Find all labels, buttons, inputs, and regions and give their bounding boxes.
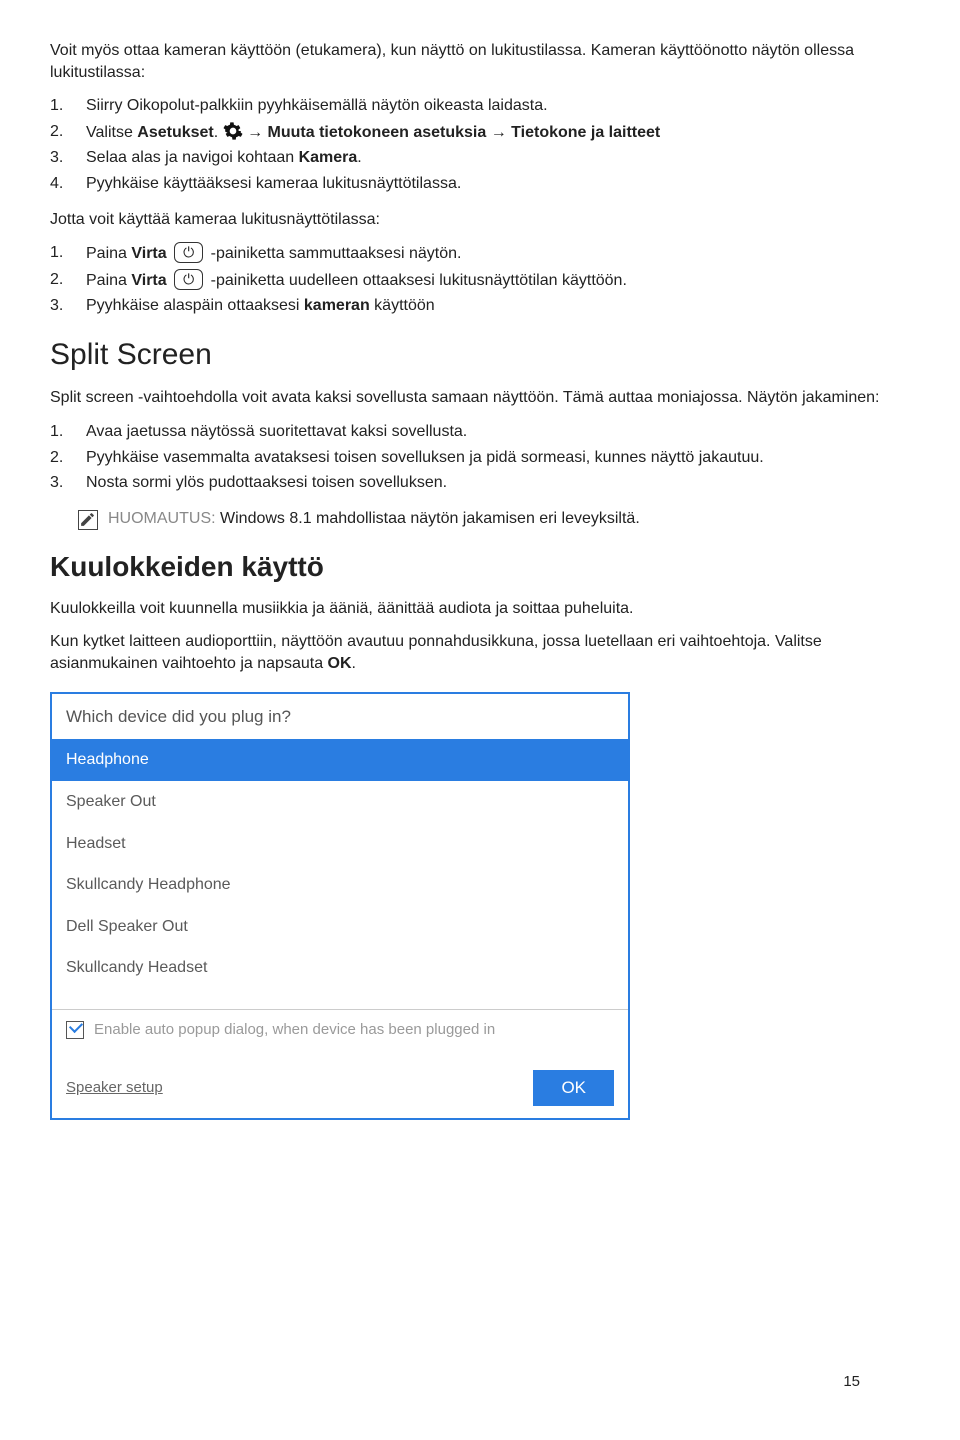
dialog-bottom: Enable auto popup dialog, when device ha… bbox=[52, 1009, 628, 1118]
list-text: Selaa alas ja navigoi kohtaan Kamera. bbox=[86, 147, 362, 169]
list-text: Paina Virta ⏻ -painiketta sammuttaaksesi… bbox=[86, 242, 461, 265]
list-number: 4. bbox=[50, 173, 68, 195]
paragraph-headphones-1: Kuulokkeilla voit kuunnella musiikkia ja… bbox=[50, 598, 910, 620]
audio-device-dialog: Which device did you plug in? Headphone … bbox=[50, 692, 630, 1120]
text-part: Valitse bbox=[86, 124, 137, 141]
list-number: 3. bbox=[50, 147, 68, 169]
list-number: 3. bbox=[50, 295, 68, 317]
text-part: Pyyhkäise alaspäin ottaaksesi bbox=[86, 297, 304, 314]
list-item: 3. Selaa alas ja navigoi kohtaan Kamera. bbox=[50, 147, 910, 169]
list-number: 1. bbox=[50, 421, 68, 443]
note-icon bbox=[78, 510, 98, 530]
text-part: -painiketta uudelleen ottaaksesi lukitus… bbox=[211, 272, 627, 289]
list-number: 1. bbox=[50, 242, 68, 265]
note-text: HUOMAUTUS: Windows 8.1 mahdollistaa näyt… bbox=[108, 508, 640, 530]
heading-split-screen: Split Screen bbox=[50, 335, 910, 376]
auto-popup-row: Enable auto popup dialog, when device ha… bbox=[66, 1020, 614, 1040]
device-list: Headphone Speaker Out Headset Skullcandy… bbox=[52, 739, 628, 989]
list-split-screen: 1. Avaa jaetussa näytössä suoritettavat … bbox=[50, 421, 910, 494]
dialog-actions: Speaker setup OK bbox=[66, 1070, 614, 1106]
gear-icon bbox=[223, 124, 247, 141]
note-body: Windows 8.1 mahdollistaa näytön jakamise… bbox=[216, 510, 640, 527]
list-text: Valitse Asetukset. → Muuta tietokoneen a… bbox=[86, 121, 660, 144]
bold-text: Asetukset bbox=[137, 124, 213, 141]
list-lockscreen-camera: 1. Paina Virta ⏻ -painiketta sammuttaaks… bbox=[50, 242, 910, 317]
list-number: 2. bbox=[50, 269, 68, 292]
bold-text: Virta bbox=[131, 245, 166, 262]
list-item: 1. Avaa jaetussa näytössä suoritettavat … bbox=[50, 421, 910, 443]
text-part: . bbox=[357, 149, 361, 166]
text-part: . bbox=[352, 655, 356, 672]
list-item: 4. Pyyhkäise käyttääksesi kameraa lukitu… bbox=[50, 173, 910, 195]
ok-button[interactable]: OK bbox=[533, 1070, 614, 1106]
list-text: Paina Virta ⏻ -painiketta uudelleen otta… bbox=[86, 269, 627, 292]
paragraph-headphones-2: Kun kytket laitteen audioporttiin, näytt… bbox=[50, 631, 910, 674]
text-part: -painiketta sammuttaaksesi näytön. bbox=[211, 245, 462, 262]
device-option-headphone[interactable]: Headphone bbox=[52, 739, 628, 781]
list-text: Pyyhkäise vasemmalta avataksesi toisen s… bbox=[86, 447, 764, 469]
list-item: 2. Valitse Asetukset. → Muuta tietokonee… bbox=[50, 121, 910, 144]
list-number: 2. bbox=[50, 121, 68, 144]
text-part: Kun kytket laitteen audioporttiin, näytt… bbox=[50, 633, 822, 672]
text-part: käyttöön bbox=[370, 297, 435, 314]
bold-text: OK bbox=[328, 655, 352, 672]
note-label: HUOMAUTUS: bbox=[108, 510, 216, 527]
text-part: . bbox=[214, 124, 223, 141]
device-option-headset[interactable]: Headset bbox=[52, 823, 628, 865]
device-option-skullcandy-headphone[interactable]: Skullcandy Headphone bbox=[52, 864, 628, 906]
list-item: 2. Paina Virta ⏻ -painiketta uudelleen o… bbox=[50, 269, 910, 292]
list-item: 1. Siirry Oikopolut-palkkiin pyyhkäisemä… bbox=[50, 95, 910, 117]
list-text: Pyyhkäise käyttääksesi kameraa lukitusnä… bbox=[86, 173, 461, 195]
device-option-skullcandy-headset[interactable]: Skullcandy Headset bbox=[52, 947, 628, 989]
bold-text: Virta bbox=[131, 272, 166, 289]
device-option-speaker-out[interactable]: Speaker Out bbox=[52, 781, 628, 823]
heading-headphones: Kuulokkeiden käyttö bbox=[50, 548, 910, 586]
list-text: Siirry Oikopolut-palkkiin pyyhkäisemällä… bbox=[86, 95, 548, 117]
power-icon: ⏻ bbox=[174, 269, 203, 290]
bold-text: kameran bbox=[304, 297, 370, 314]
bold-text: Kamera bbox=[299, 149, 358, 166]
page-number: 15 bbox=[843, 1372, 860, 1392]
list-number: 3. bbox=[50, 472, 68, 494]
list-item: 1. Paina Virta ⏻ -painiketta sammuttaaks… bbox=[50, 242, 910, 265]
list-item: 2. Pyyhkäise vasemmalta avataksesi toise… bbox=[50, 447, 910, 469]
auto-popup-checkbox[interactable] bbox=[66, 1021, 84, 1039]
list-text: Nosta sormi ylös pudottaaksesi toisen so… bbox=[86, 472, 447, 494]
bold-text: → Muuta tietokoneen asetuksia → Tietokon… bbox=[247, 124, 660, 141]
note-row: HUOMAUTUS: Windows 8.1 mahdollistaa näyt… bbox=[78, 508, 910, 530]
list-text: Pyyhkäise alaspäin ottaaksesi kameran kä… bbox=[86, 295, 435, 317]
auto-popup-label: Enable auto popup dialog, when device ha… bbox=[94, 1020, 495, 1040]
paragraph-split-intro: Split screen -vaihtoehdolla voit avata k… bbox=[50, 387, 910, 409]
list-item: 3. Nosta sormi ylös pudottaaksesi toisen… bbox=[50, 472, 910, 494]
list-number: 2. bbox=[50, 447, 68, 469]
speaker-setup-link[interactable]: Speaker setup bbox=[66, 1078, 163, 1098]
text-part: Paina bbox=[86, 272, 131, 289]
paragraph-intro-lockscreen: Jotta voit käyttää kameraa lukitusnäyttö… bbox=[50, 209, 910, 231]
list-camera-enable: 1. Siirry Oikopolut-palkkiin pyyhkäisemä… bbox=[50, 95, 910, 194]
list-number: 1. bbox=[50, 95, 68, 117]
list-item: 3. Pyyhkäise alaspäin ottaaksesi kameran… bbox=[50, 295, 910, 317]
dialog-title: Which device did you plug in? bbox=[52, 694, 628, 739]
device-option-dell-speaker-out[interactable]: Dell Speaker Out bbox=[52, 906, 628, 948]
text-part: Selaa alas ja navigoi kohtaan bbox=[86, 149, 299, 166]
power-icon: ⏻ bbox=[174, 242, 203, 263]
text-part: Paina bbox=[86, 245, 131, 262]
list-text: Avaa jaetussa näytössä suoritettavat kak… bbox=[86, 421, 467, 443]
paragraph-intro-camera: Voit myös ottaa kameran käyttöön (etukam… bbox=[50, 40, 910, 83]
